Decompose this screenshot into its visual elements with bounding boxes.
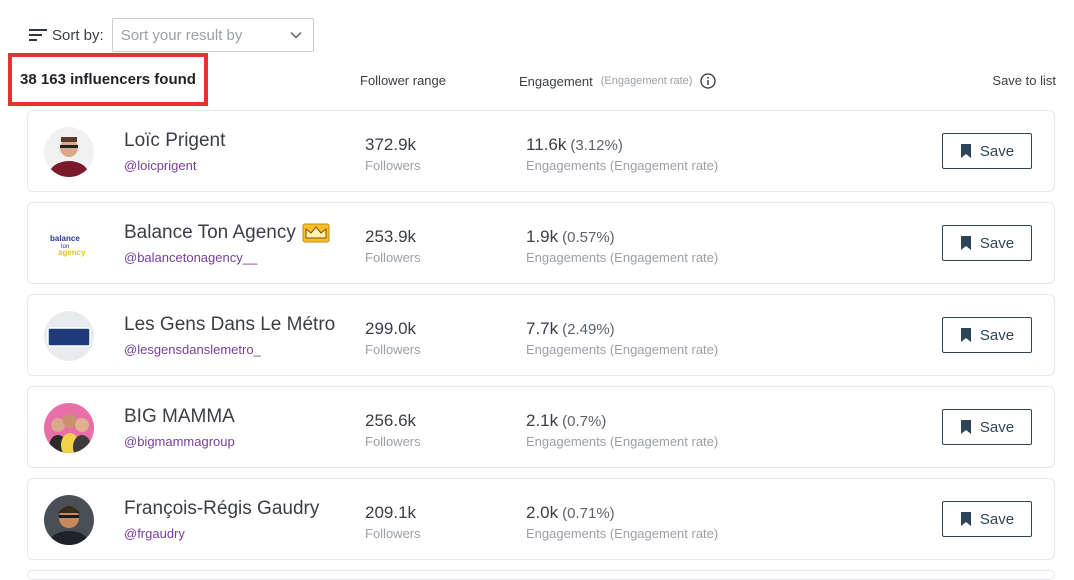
engagement-label: Engagements (Engagement rate) <box>526 158 719 173</box>
engagement-label: Engagements (Engagement rate) <box>526 342 719 357</box>
followers-value: 372.9k <box>365 135 417 154</box>
svg-text:agency: agency <box>58 248 86 257</box>
followers-label: Followers <box>365 342 421 357</box>
engagement-rate: (0.7%) <box>562 413 607 430</box>
sort-select[interactable]: Sort your result by <box>111 18 314 52</box>
sort-bar: Sort by: Sort your result by <box>28 17 314 53</box>
influencer-handle[interactable]: @lesgensdanslemetro_ <box>124 342 261 357</box>
save-button-label: Save <box>979 510 1015 528</box>
engagement-value: 2.1k (0.7%) <box>526 411 607 430</box>
engagement-value: 7.7k (2.49%) <box>526 319 615 338</box>
svg-text:balance: balance <box>50 234 80 243</box>
bookmark-icon <box>960 512 971 526</box>
followers-value: 299.0k <box>365 319 417 338</box>
followers-label: Followers <box>365 158 421 173</box>
influencer-card[interactable] <box>27 570 1055 580</box>
save-button-label: Save <box>979 234 1015 252</box>
engagement-header-label: Engagement <box>519 73 593 89</box>
engagement-value: 11.6k (3.12%) <box>526 135 623 154</box>
influencer-card[interactable]: BIG MAMMA @bigmammagroup 256.6k Follower… <box>27 386 1055 468</box>
metro-sign-logo-icon <box>44 311 94 361</box>
engagement-value: 1.9k (0.57%) <box>526 227 615 246</box>
influencer-card[interactable]: balance ton agency Balance Ton Agency @b… <box>27 202 1055 284</box>
influencer-name[interactable]: François-Régis Gaudry <box>124 498 319 520</box>
influencer-name[interactable]: Balance Ton Agency <box>124 222 330 244</box>
followers-value: 256.6k <box>365 411 417 430</box>
save-button-label: Save <box>979 418 1015 436</box>
save-button[interactable]: Save <box>942 409 1032 445</box>
followers-label: Followers <box>365 250 421 265</box>
follower-range-header[interactable]: Follower range <box>360 73 446 88</box>
avatar[interactable]: balance ton agency <box>44 219 94 269</box>
save-button[interactable]: Save <box>942 133 1032 169</box>
bookmark-icon <box>960 328 971 342</box>
engagement-rate: (3.12%) <box>570 137 623 154</box>
engagement-label: Engagements (Engagement rate) <box>526 250 719 265</box>
influencer-card[interactable]: Loïc Prigent @loicprigent 372.9k Followe… <box>27 110 1055 192</box>
engagement-rate-header-label: (Engagement rate) <box>600 75 693 87</box>
avatar[interactable] <box>44 127 94 177</box>
save-button[interactable]: Save <box>942 501 1032 537</box>
followers-label: Followers <box>365 434 421 449</box>
save-button[interactable]: Save <box>942 317 1032 353</box>
followers-value: 209.1k <box>365 503 417 522</box>
engagement-rate: (0.57%) <box>562 229 615 246</box>
balance-ton-agency-logo-icon: balance ton agency <box>44 219 94 269</box>
engagement-header[interactable]: Engagement (Engagement rate) <box>519 73 717 89</box>
followers-label: Followers <box>365 526 421 541</box>
info-icon[interactable] <box>700 73 717 89</box>
sort-icon[interactable] <box>28 27 48 43</box>
person-photo-icon <box>44 127 94 177</box>
influencer-name[interactable]: Loïc Prigent <box>124 130 225 152</box>
bookmark-icon <box>960 420 971 434</box>
influencer-name[interactable]: BIG MAMMA <box>124 406 235 428</box>
influencer-name[interactable]: Les Gens Dans Le Métro <box>124 314 335 336</box>
followers-value: 253.9k <box>365 227 417 246</box>
engagement-label: Engagements (Engagement rate) <box>526 526 719 541</box>
person-photo-icon <box>44 495 94 545</box>
save-button-label: Save <box>979 142 1015 160</box>
avatar[interactable] <box>44 403 94 453</box>
influencer-handle[interactable]: @frgaudry <box>124 526 185 541</box>
results-count: 38 163 influencers found <box>20 71 196 88</box>
engagement-rate: (0.71%) <box>562 505 615 522</box>
avatar[interactable] <box>44 311 94 361</box>
results-count-highlight: 38 163 influencers found <box>8 53 208 106</box>
group-photo-icon <box>44 403 94 453</box>
bookmark-icon <box>960 236 971 250</box>
bookmark-icon <box>960 144 971 158</box>
influencer-handle[interactable]: @bigmammagroup <box>124 434 235 449</box>
save-button-label: Save <box>979 326 1015 344</box>
engagement-value: 2.0k (0.71%) <box>526 503 615 522</box>
influencer-handle[interactable]: @balancetonagency__ <box>124 250 257 265</box>
influencer-card[interactable]: Les Gens Dans Le Métro @lesgensdanslemet… <box>27 294 1055 376</box>
save-button[interactable]: Save <box>942 225 1032 261</box>
engagement-rate: (2.49%) <box>562 321 615 338</box>
sort-label: Sort by: <box>52 26 104 44</box>
influencer-handle[interactable]: @loicprigent <box>124 158 196 173</box>
save-to-list-header: Save to list <box>992 73 1056 88</box>
crown-icon <box>302 223 330 243</box>
chevron-down-icon <box>290 31 302 39</box>
influencer-card[interactable]: François-Régis Gaudry @frgaudry 209.1k F… <box>27 478 1055 560</box>
sort-select-placeholder: Sort your result by <box>120 26 243 44</box>
engagement-label: Engagements (Engagement rate) <box>526 434 719 449</box>
avatar[interactable] <box>44 495 94 545</box>
